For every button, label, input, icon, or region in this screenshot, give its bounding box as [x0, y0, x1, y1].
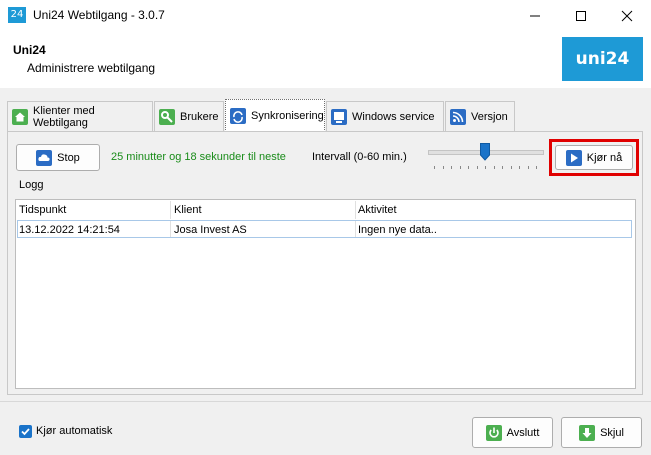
highlight-box [549, 139, 639, 176]
page-subtitle: Administrere webtilgang [27, 61, 156, 75]
auto-run-label[interactable]: Kjør automatisk [36, 425, 112, 437]
tab-windows-service[interactable]: Windows service [326, 101, 444, 131]
auto-run-checkbox[interactable] [19, 425, 32, 438]
tab-synkronisering[interactable]: Synkronisering [225, 99, 325, 132]
cloud-sync-icon [36, 149, 53, 166]
slider-tick [459, 166, 461, 169]
slider-tick [493, 166, 495, 169]
brand-logo: uni24 [562, 37, 643, 81]
slider-tick [510, 166, 512, 169]
minimize-button[interactable] [512, 0, 558, 31]
minimize-icon [530, 15, 540, 16]
column-divider [170, 221, 171, 237]
tab-brukere[interactable]: Brukere [154, 101, 224, 131]
tab-versjon[interactable]: Versjon [445, 101, 515, 131]
column-header-aktivitet[interactable]: Aktivitet [358, 201, 397, 219]
exit-label: Avslutt [506, 426, 540, 439]
tab-label: Klienter med Webtilgang [33, 104, 95, 129]
stop-label: Stop [57, 151, 80, 164]
slider-tick [502, 166, 503, 169]
slider-tick [476, 166, 478, 169]
tab-klienter[interactable]: Klienter med Webtilgang [7, 101, 153, 131]
home-icon [12, 108, 28, 125]
column-divider [355, 201, 356, 219]
slider-tick [519, 166, 520, 169]
app-icon: 24 [8, 7, 26, 23]
footer-divider [0, 401, 651, 402]
table-cell: 13.12.2022 14:21:54 [19, 224, 120, 236]
column-header-klient[interactable]: Klient [174, 201, 202, 219]
table-cell: Josa Invest AS [174, 224, 247, 236]
maximize-button[interactable] [558, 0, 604, 31]
arrow-down-icon [579, 424, 596, 441]
close-button[interactable] [604, 0, 650, 31]
tab-label: Brukere [180, 110, 219, 123]
exit-button[interactable]: Avslutt [472, 417, 553, 448]
key-icon [159, 108, 175, 125]
slider-tick [485, 166, 486, 169]
maximize-icon [576, 10, 586, 21]
page-title: Uni24 [13, 43, 46, 57]
next-sync-status: 25 minutter og 18 sekunder til neste [111, 151, 286, 163]
slider-tick [434, 166, 435, 169]
service-icon [331, 108, 347, 125]
window-title: Uni24 Webtilgang - 3.0.7 [33, 8, 165, 22]
close-icon [621, 10, 633, 21]
tab-label: Windows service [352, 110, 435, 123]
slider-tick [451, 166, 452, 169]
checkmark-icon [21, 428, 30, 436]
interval-label: Intervall (0-60 min.) [312, 151, 407, 163]
power-icon [485, 424, 502, 441]
column-header-tidspunkt[interactable]: Tidspunkt [19, 201, 66, 219]
tab-label: Versjon [471, 110, 508, 123]
slider-tick [527, 166, 529, 169]
interval-slider-thumb[interactable] [480, 143, 490, 161]
table-cell: Ingen nye data.. [358, 224, 437, 236]
hide-button[interactable]: Skjul [561, 417, 642, 448]
slider-tick [442, 166, 444, 169]
column-divider [355, 221, 356, 237]
hide-label: Skjul [600, 426, 624, 439]
log-label: Logg [19, 179, 44, 191]
slider-tick [536, 166, 537, 169]
rss-icon [450, 108, 466, 125]
sync-icon [230, 108, 246, 124]
stop-button[interactable]: Stop [16, 144, 100, 171]
header [0, 31, 651, 88]
slider-tick [468, 166, 469, 169]
column-divider [170, 201, 171, 219]
tab-label: Synkronisering [251, 110, 324, 122]
